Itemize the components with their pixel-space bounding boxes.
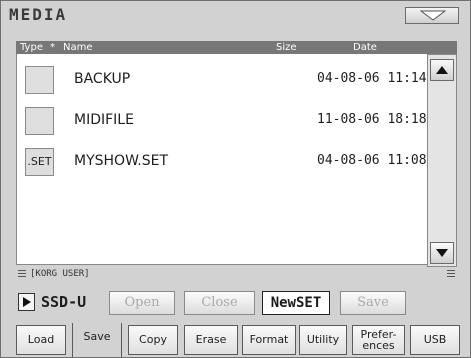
current-path: [KORG USER] — [30, 269, 90, 279]
list-item[interactable]: MIDIFILE 11-08-06 18:18 — [17, 101, 428, 141]
tab-load[interactable]: Load — [16, 325, 66, 355]
file-name: BACKUP — [74, 71, 131, 87]
menu-arrow-icon — [420, 10, 446, 21]
file-name: MIDIFILE — [74, 112, 134, 128]
path-bar: [KORG USER] — [16, 267, 457, 281]
file-list: BACKUP 04-08-06 11:14 MIDIFILE 11-08-06 … — [16, 54, 427, 265]
list-item[interactable]: .SET MYSHOW.SET 04-08-06 11:08 — [17, 142, 428, 182]
tab-utility[interactable]: Utility — [299, 325, 347, 355]
scroll-down-button[interactable] — [430, 242, 454, 264]
column-date[interactable]: Date — [353, 41, 377, 54]
file-date: 04-08-06 11:14 — [317, 71, 427, 86]
file-name: MYSHOW.SET — [74, 153, 169, 169]
column-name[interactable]: Name — [63, 41, 93, 54]
arrow-up-icon — [436, 66, 448, 74]
arrow-down-icon — [436, 249, 448, 257]
list-scrollbar[interactable] — [427, 54, 457, 267]
column-type[interactable]: Type — [20, 41, 43, 54]
media-window: MEDIA Type * Name Size Date BACKUP 04-08… — [0, 0, 471, 358]
tab-erase[interactable]: Erase — [184, 325, 238, 355]
file-date: 11-08-06 18:18 — [317, 112, 427, 127]
grip-lines-icon — [447, 270, 455, 277]
device-label: SSD-U — [41, 293, 87, 311]
new-set-button[interactable]: NewSET — [262, 291, 330, 315]
tab-save[interactable]: Save — [72, 323, 122, 357]
tab-copy[interactable]: Copy — [128, 325, 178, 355]
column-size[interactable]: Size — [276, 41, 297, 54]
tab-usb[interactable]: USB — [410, 325, 460, 355]
device-select-button[interactable] — [18, 293, 35, 311]
grip-lines-icon — [18, 270, 26, 277]
folder-icon — [25, 107, 54, 135]
page-menu-button[interactable] — [405, 7, 459, 24]
sort-marker: * — [50, 42, 55, 53]
open-button[interactable]: Open — [109, 291, 175, 315]
play-triangle-icon — [23, 297, 31, 307]
tab-format[interactable]: Format — [242, 325, 296, 355]
file-date: 04-08-06 11:08 — [317, 153, 427, 168]
folder-icon — [25, 66, 54, 94]
list-item[interactable]: BACKUP 04-08-06 11:14 — [17, 60, 428, 100]
column-header: Type * Name Size Date — [16, 41, 457, 54]
save-button[interactable]: Save — [340, 291, 406, 315]
tab-preferences[interactable]: Prefer- ences — [352, 325, 405, 355]
set-file-icon: .SET — [25, 148, 54, 176]
close-button[interactable]: Close — [184, 291, 255, 315]
page-title: MEDIA — [9, 5, 68, 24]
scroll-up-button[interactable] — [430, 59, 454, 81]
